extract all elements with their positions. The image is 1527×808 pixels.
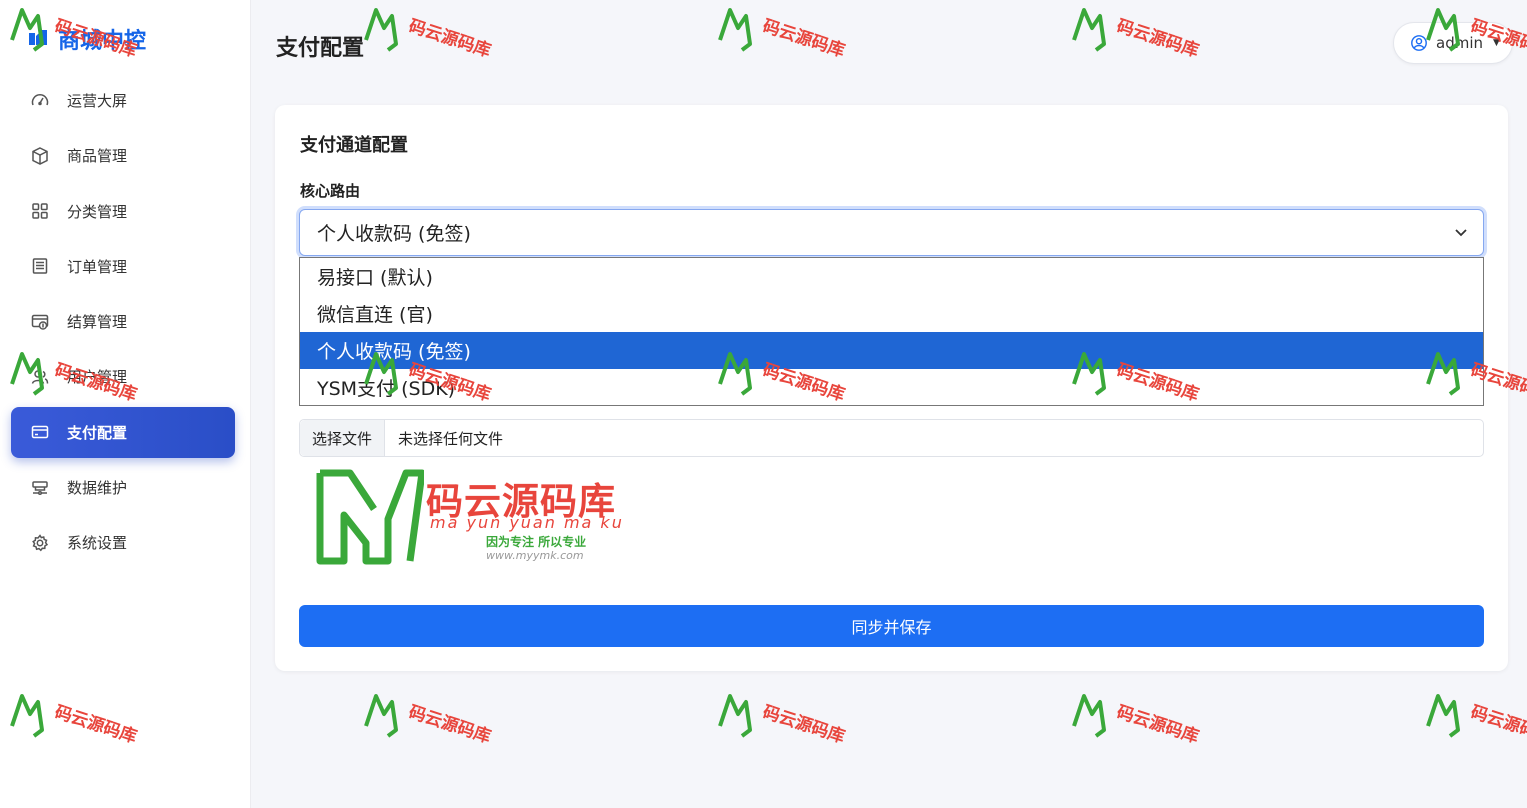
sidebar-item-label: 用户管理 [67, 368, 128, 387]
watermark-subtitle: ma yun yuan ma ku [430, 513, 624, 532]
sync-save-button[interactable]: 同步并保存 [299, 605, 1484, 647]
sidebar-item-label: 订单管理 [67, 257, 128, 276]
brand-logo-icon [26, 27, 50, 51]
watermark-title: 码云源码库 [406, 16, 494, 62]
route-option-selected[interactable]: 个人收款码 (免签) [300, 332, 1483, 369]
watermark-title: 码云源码库 [406, 702, 494, 748]
credit-card-icon [30, 422, 50, 442]
sidebar-item-categories[interactable]: 分类管理 [11, 186, 235, 237]
box-icon [30, 146, 50, 166]
caret-down-icon: ▼ [1493, 38, 1500, 48]
watermark-m-logo-icon [718, 694, 752, 738]
sidebar-item-label: 运营大屏 [67, 92, 128, 110]
route-label: 核心路由 [300, 182, 361, 200]
chevron-down-icon [1455, 229, 1467, 237]
file-input[interactable]: 选择文件 未选择任何文件 [299, 419, 1484, 457]
watermark-title: 码云源码库 [1114, 16, 1202, 62]
server-icon [30, 478, 50, 498]
file-status: 未选择任何文件 [398, 429, 504, 448]
route-dropdown-list: 易接口 (默认) 微信直连 (官) 个人收款码 (免签) YSM支付 (SDK) [299, 257, 1484, 406]
watermark-url: www.myymk.com [486, 549, 584, 562]
brand[interactable]: 商城中控 [26, 22, 146, 56]
route-select-value: 个人收款码 (免签) [317, 223, 471, 245]
watermark-title: 码云源码库 [1468, 702, 1527, 748]
sidebar-nav: 运营大屏 商品管理 分类管理 订单管理 结算管理 用户管理 支付配置 数据维护 … [11, 75, 235, 573]
watermark-small: 码云源码库 [1070, 690, 1210, 780]
watermark-small: 码云源码库 [716, 4, 856, 94]
card-title: 支付通道配置 [300, 135, 408, 156]
watermark-small: 码云源码库 [1424, 690, 1527, 780]
route-option[interactable]: 易接口 (默认) [300, 258, 1483, 295]
grid-icon [30, 201, 50, 221]
watermark-logo-large: 码云源码库 ma yun yuan ma ku 因为专注 所以专业 www.my… [314, 463, 654, 568]
sidebar-item-label: 结算管理 [67, 313, 128, 332]
sidebar-item-dashboard[interactable]: 运营大屏 [11, 75, 235, 126]
gear-icon [30, 533, 50, 553]
watermark-m-logo-icon [1072, 694, 1106, 738]
watermark-title: 码云源码库 [760, 16, 848, 62]
choose-file-button[interactable]: 选择文件 [300, 420, 386, 456]
user-circle-icon [1411, 35, 1427, 51]
watermark-title: 码云源码库 [760, 702, 848, 748]
brand-title: 商城中控 [58, 29, 147, 54]
receipt-icon [30, 256, 50, 276]
watermark-small: 码云源码库 [362, 4, 502, 94]
sidebar: 商城中控 运营大屏 商品管理 分类管理 订单管理 结算管理 用户管理 支付配置 … [0, 0, 251, 808]
watermark-small: 码云源码库 [362, 690, 502, 780]
route-option[interactable]: 微信直连 (官) [300, 295, 1483, 332]
route-option[interactable]: YSM支付 (SDK) [300, 369, 1483, 406]
sidebar-item-users[interactable]: 用户管理 [11, 351, 235, 402]
sidebar-item-label: 支付配置 [67, 423, 128, 442]
watermark-slogan: 因为专注 所以专业 [486, 535, 587, 549]
sidebar-item-label: 商品管理 [67, 147, 128, 166]
watermark-m-logo-icon [1072, 8, 1106, 52]
watermark-m-logo-icon [364, 8, 398, 52]
sidebar-item-data-maintenance[interactable]: 数据维护 [11, 462, 235, 513]
sidebar-item-settlement[interactable]: 结算管理 [11, 296, 235, 347]
user-menu-button[interactable]: admin ▼ [1393, 22, 1513, 64]
route-select[interactable]: 个人收款码 (免签) [299, 209, 1484, 256]
watermark-title: 码云源码库 [1114, 702, 1202, 748]
sidebar-item-label: 系统设置 [67, 534, 128, 553]
watermark-small: 码云源码库 [716, 690, 856, 780]
sidebar-item-label: 数据维护 [67, 479, 128, 498]
watermark-m-logo-icon [718, 8, 752, 52]
watermark-m-logo-icon [364, 694, 398, 738]
watermark-m-logo-icon [316, 469, 426, 565]
page-title: 支付配置 [276, 36, 365, 61]
settlement-icon [30, 312, 50, 332]
dashboard-gauge-icon [30, 91, 50, 111]
watermark-small: 码云源码库 [1070, 4, 1210, 94]
sidebar-item-system-settings[interactable]: 系统设置 [11, 517, 235, 568]
sidebar-item-payment-config[interactable]: 支付配置 [11, 406, 235, 458]
payment-channel-card: 支付通道配置 核心路由 个人收款码 (免签) 易接口 (默认) 微信直连 (官)… [275, 105, 1508, 671]
sidebar-item-label: 分类管理 [67, 202, 128, 221]
user-name: admin [1436, 34, 1483, 52]
users-icon [30, 367, 50, 387]
sidebar-item-products[interactable]: 商品管理 [11, 130, 235, 181]
watermark-m-logo-icon [1426, 694, 1460, 738]
sidebar-item-orders[interactable]: 订单管理 [11, 241, 235, 292]
